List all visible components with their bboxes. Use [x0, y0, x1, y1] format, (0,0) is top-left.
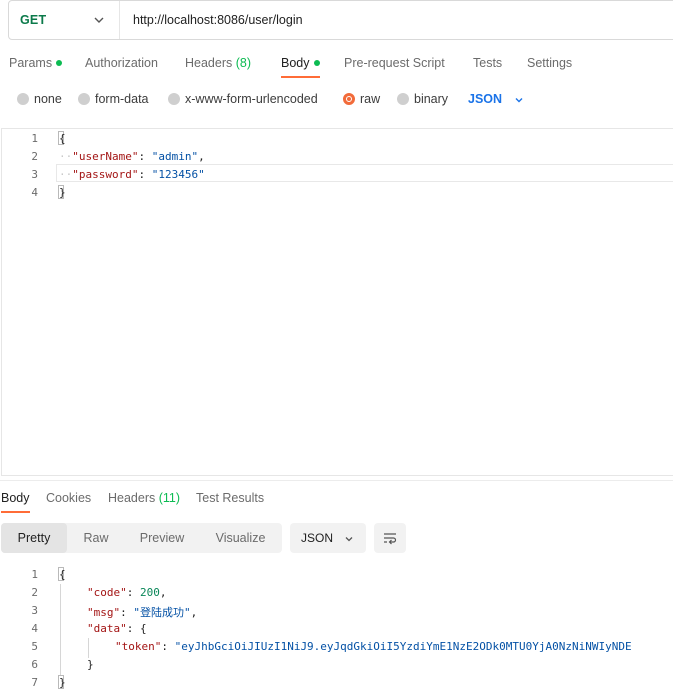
radio-binary-label: binary: [414, 92, 449, 106]
indent-guide: [60, 584, 61, 676]
radio-raw-selected-icon: [343, 93, 355, 105]
tab-settings[interactable]: Settings: [527, 56, 572, 70]
json-string: "123456": [151, 168, 205, 181]
radio-form-data-label: form-data: [95, 92, 149, 106]
chevron-down-icon: [94, 17, 104, 23]
radio-binary-icon: [397, 93, 409, 105]
method-label: GET: [20, 13, 47, 27]
chevron-down-icon[interactable]: [514, 95, 524, 105]
tab-authorization[interactable]: Authorization: [85, 56, 158, 70]
response-tab-headers[interactable]: Headers (11): [108, 491, 180, 505]
active-tab-indicator: [1, 511, 30, 513]
code-brace-close: }: [59, 676, 66, 689]
line-number: 4: [31, 186, 38, 199]
view-mode-visualize[interactable]: Visualize: [199, 523, 282, 553]
headers-count: (8): [235, 56, 252, 70]
response-tab-test-results[interactable]: Test Results: [196, 491, 264, 505]
json-key: "token": [115, 640, 162, 653]
url-bar: GET http://localhost:8086/user/login: [8, 0, 673, 40]
response-tab-cookies[interactable]: Cookies: [46, 491, 91, 505]
whitespace-marker: ··: [59, 150, 73, 163]
line-number: 1: [31, 132, 38, 145]
json-key: "code": [87, 586, 127, 599]
url-input[interactable]: http://localhost:8086/user/login: [133, 13, 303, 27]
radio-form-data-icon: [78, 93, 90, 105]
indent-guide: [88, 638, 89, 658]
code-line-password: ··"password": "123456": [59, 168, 205, 181]
panel-divider: [0, 480, 673, 481]
line-number: 2: [31, 150, 38, 163]
whitespace-marker: ··: [59, 168, 73, 181]
json-string: "admin": [151, 150, 199, 163]
method-selector[interactable]: GET: [9, 1, 120, 39]
json-key: "msg": [87, 606, 121, 619]
response-format-label: JSON: [301, 531, 334, 545]
line-number: 4: [31, 622, 38, 635]
view-mode-raw[interactable]: Raw: [67, 523, 125, 553]
response-format-dropdown[interactable]: JSON: [290, 523, 366, 553]
line-number: 1: [31, 568, 38, 581]
chevron-down-icon: [345, 537, 353, 542]
line-number: 3: [31, 604, 38, 617]
tab-tests[interactable]: Tests: [473, 56, 502, 70]
code-line-username: ··"userName": "admin",: [59, 150, 205, 163]
tab-body[interactable]: Body: [281, 56, 320, 70]
view-mode-pretty[interactable]: Pretty: [1, 523, 67, 553]
response-tab-body[interactable]: Body: [1, 491, 30, 505]
status-dot-icon: [56, 59, 63, 66]
code-line-token: "token": "eyJhbGciOiJIUzI1NiJ9.eyJqdGkiO…: [115, 640, 632, 653]
line-number: 2: [31, 586, 38, 599]
radio-urlencoded-icon: [168, 93, 180, 105]
json-key: "password": [72, 168, 139, 181]
response-headers-count: (11): [158, 491, 181, 505]
wrap-lines-button[interactable]: [374, 523, 406, 553]
view-mode-preview[interactable]: Preview: [125, 523, 199, 553]
code-brace-open: {: [59, 568, 66, 581]
code-brace-open: {: [59, 132, 66, 145]
view-mode-switcher: Pretty Raw Preview Visualize: [1, 523, 282, 553]
status-dot-icon: [313, 59, 320, 66]
json-number: 200: [140, 586, 160, 599]
line-number: 5: [31, 640, 38, 653]
json-string: "登陆成功": [133, 606, 191, 619]
code-brace-close-inner: }: [87, 658, 94, 671]
tab-params[interactable]: Params: [9, 56, 63, 70]
radio-none-label: none: [34, 92, 62, 106]
json-string: "eyJhbGciOiJIUzI1NiJ9.eyJqdGkiOiI5YzdiYm…: [174, 640, 632, 653]
response-tab-headers-label: Headers: [108, 491, 156, 505]
json-key: "userName": [72, 150, 139, 163]
language-selector[interactable]: JSON: [468, 92, 502, 106]
active-tab-indicator: [281, 76, 320, 78]
radio-raw-label: raw: [360, 92, 381, 106]
code-line-msg: "msg": "登陆成功",: [87, 606, 198, 619]
code-brace-close: }: [59, 186, 66, 199]
tab-headers[interactable]: Headers (8): [185, 56, 251, 70]
line-number: 7: [31, 676, 38, 689]
radio-urlencoded-label: x-www-form-urlencoded: [185, 92, 318, 106]
tab-params-label: Params: [9, 56, 53, 70]
tab-headers-label: Headers: [185, 56, 233, 70]
tab-pre-request-script[interactable]: Pre-request Script: [344, 56, 445, 70]
tab-body-label: Body: [281, 56, 310, 70]
radio-none-icon: [17, 93, 29, 105]
wrap-lines-icon: [384, 533, 397, 545]
code-line-code: "code": 200,: [87, 586, 167, 599]
json-key: "data": [87, 622, 127, 635]
line-number: 6: [31, 658, 38, 671]
code-line-data: "data": {: [87, 622, 147, 635]
line-number: 3: [31, 168, 38, 181]
